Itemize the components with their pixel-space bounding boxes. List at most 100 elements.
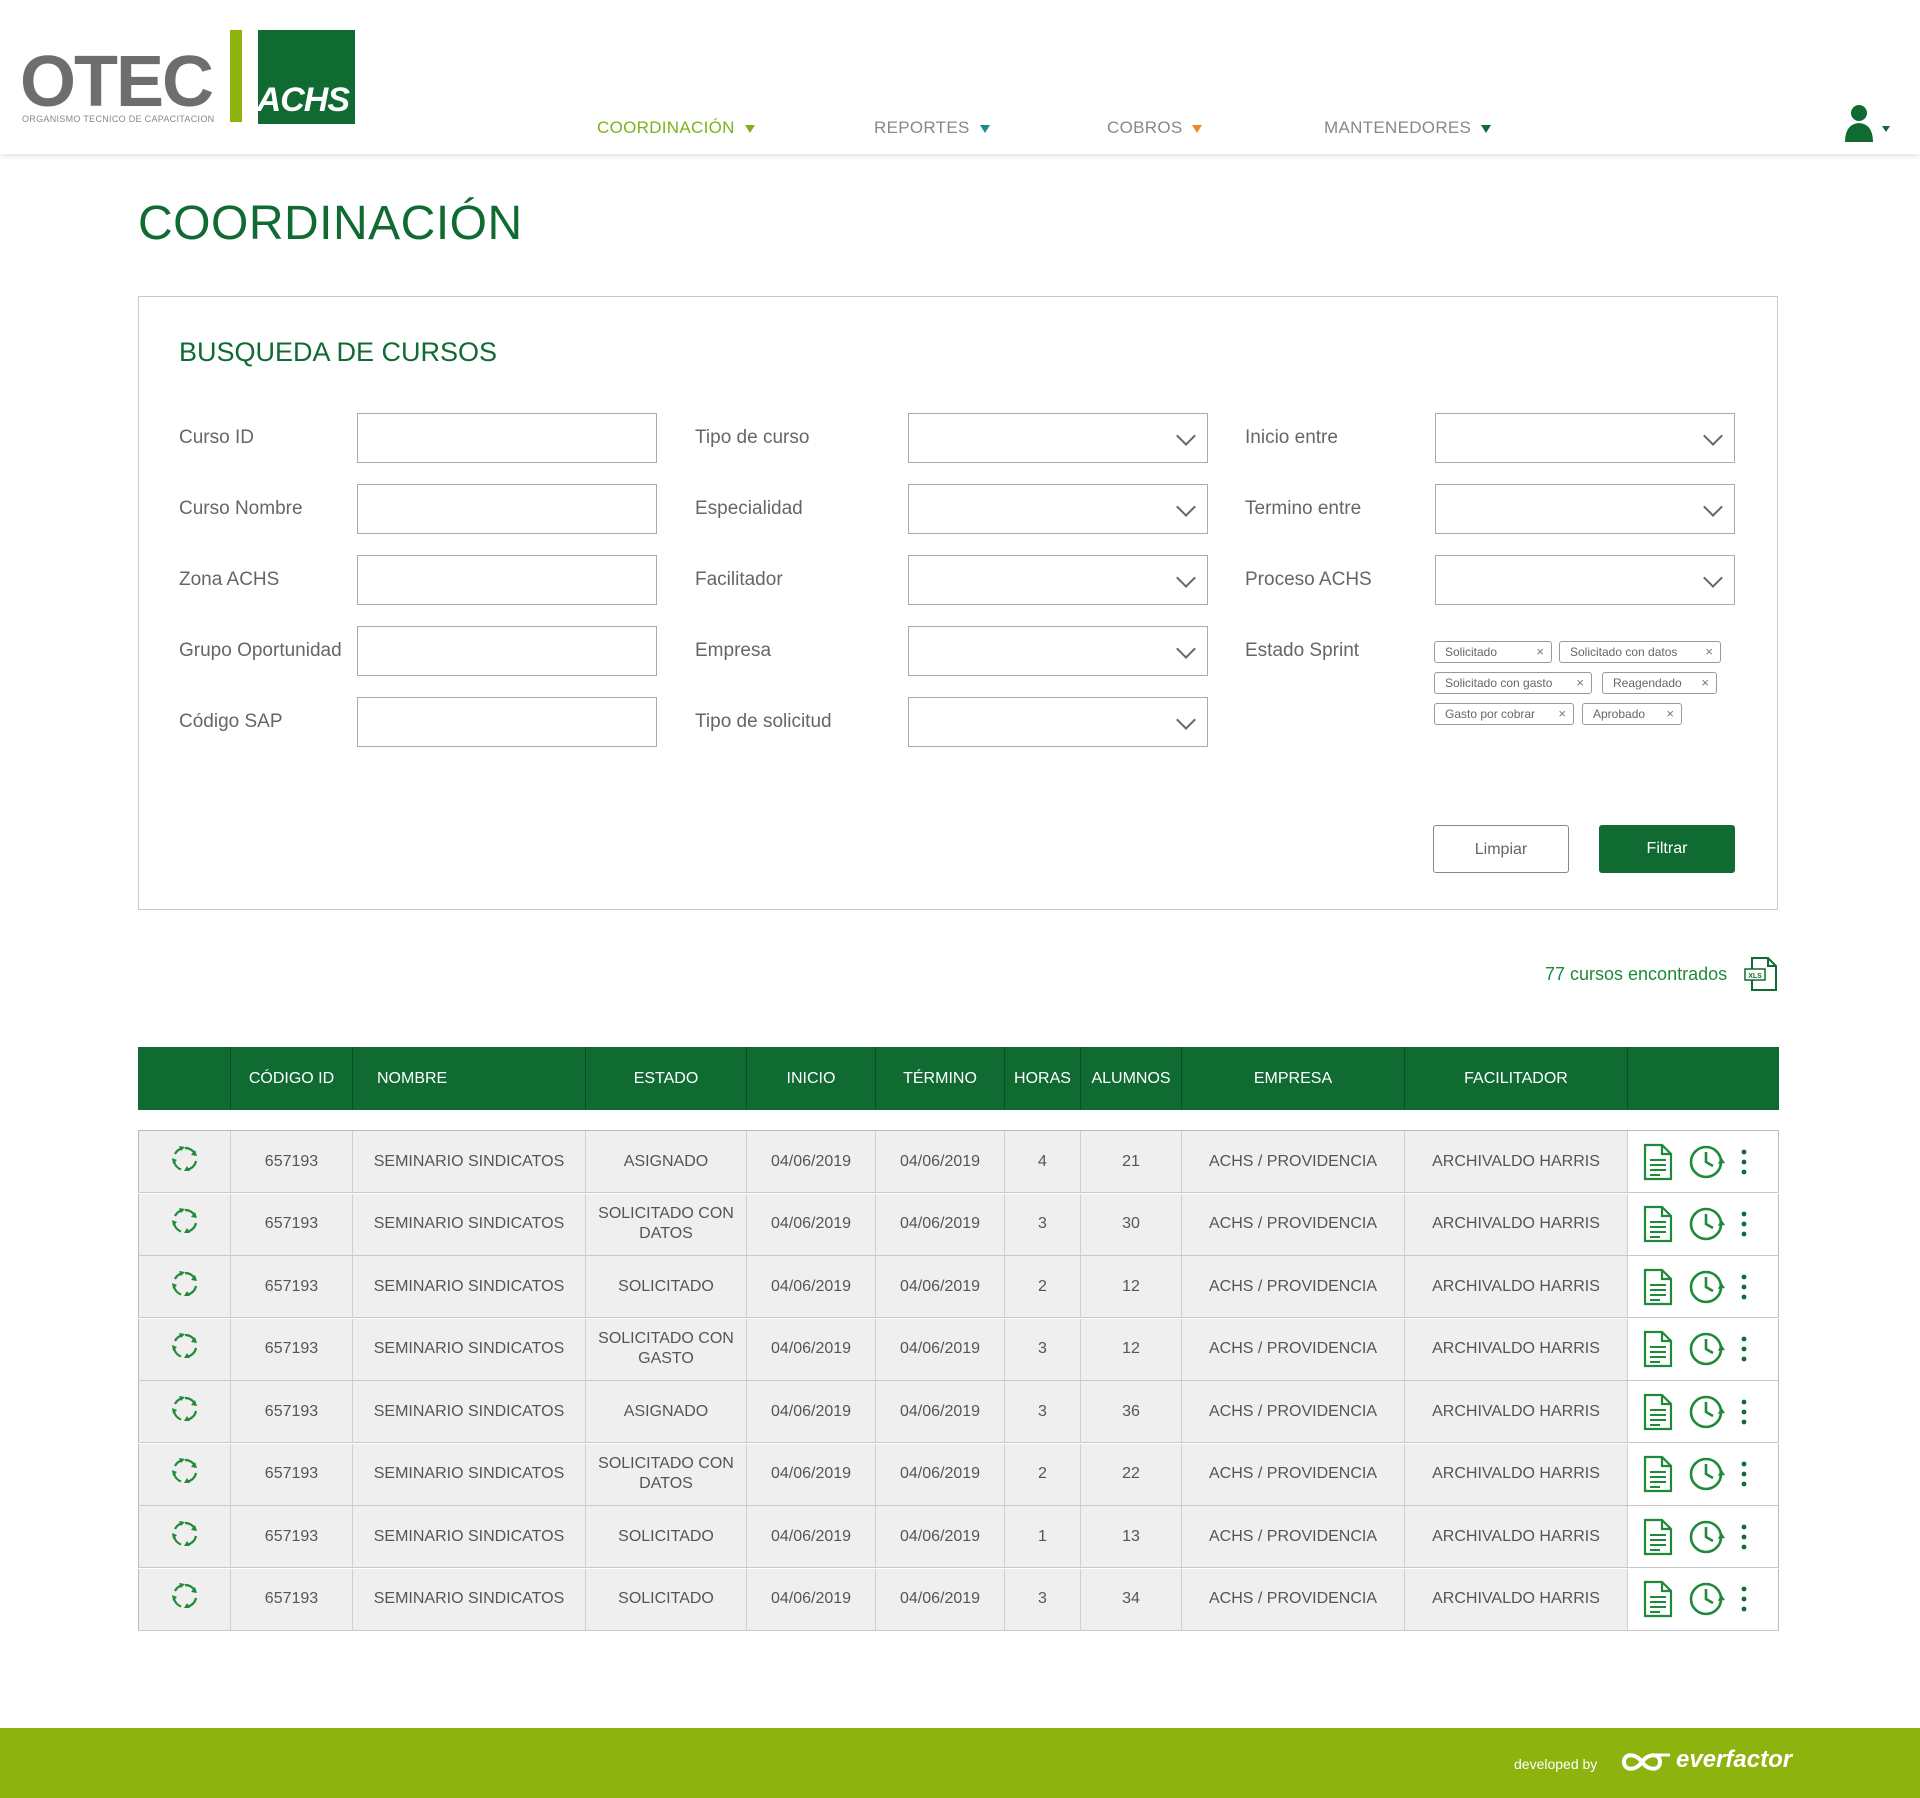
document-icon[interactable] [1642,1580,1674,1618]
document-icon[interactable] [1642,1393,1674,1431]
refresh-icon[interactable] [170,1519,200,1555]
remove-tag-icon[interactable]: × [1705,644,1713,659]
header-facilitador[interactable]: FACILITADOR [1404,1047,1627,1110]
table-row[interactable]: 657193 SEMINARIO SINDICATOS SOLICITADO 04/0… [138,1506,1779,1568]
table-row[interactable]: 657193 SEMINARIO SINDICATOS ASIGNADO 04/06/… [138,1131,1779,1193]
more-vertical-icon[interactable] [1740,1336,1748,1362]
footer: developed by everfactor [0,1728,1920,1798]
schedule-icon[interactable] [1688,1518,1726,1556]
cell-termino: 04/06/2019 [875,1443,1004,1505]
refresh-icon[interactable] [170,1269,200,1305]
remove-tag-icon[interactable]: × [1558,706,1566,721]
header-inicio[interactable]: INICIO [746,1047,875,1110]
header-icon-cell [138,1047,230,1110]
remove-tag-icon[interactable]: × [1666,706,1674,721]
cell-estado: ASIGNADO [585,1381,746,1442]
document-icon[interactable] [1642,1455,1674,1493]
header-alumnos[interactable]: ALUMNOS [1080,1047,1181,1110]
refresh-icon[interactable] [170,1581,200,1617]
document-icon[interactable] [1642,1205,1674,1243]
table-row[interactable]: 657193 SEMINARIO SINDICATOS ASIGNADO 04/06/… [138,1381,1779,1443]
tipo-curso-select[interactable] [908,413,1208,463]
header-horas[interactable]: HORAS [1004,1047,1080,1110]
table-row[interactable]: 657193 SEMINARIO SINDICATOS SOLICITADO 04/0… [138,1568,1779,1631]
refresh-icon[interactable] [170,1456,200,1492]
cell-codigo: 657193 [230,1193,352,1255]
schedule-icon[interactable] [1688,1393,1726,1431]
otec-achs-logo[interactable]: OTEC ORGANISMO TECNICO DE CAPACITACION A… [20,28,360,128]
nav-item-cobros[interactable]: COBROS [1107,118,1203,138]
everfactor-logo-icon [1621,1753,1670,1771]
export-xls-button[interactable]: XLS [1744,956,1778,992]
schedule-icon[interactable] [1688,1455,1726,1493]
refresh-icon[interactable] [170,1144,200,1180]
more-vertical-icon[interactable] [1740,1399,1748,1425]
more-vertical-icon[interactable] [1740,1211,1748,1237]
curso-nombre-input[interactable] [357,484,657,534]
more-vertical-icon[interactable] [1740,1461,1748,1487]
schedule-icon[interactable] [1688,1330,1726,1368]
more-vertical-icon[interactable] [1740,1149,1748,1175]
nav-item-mantenedores[interactable]: MANTENEDORES [1324,118,1492,138]
especialidad-select[interactable] [908,484,1208,534]
refresh-icon[interactable] [170,1206,200,1242]
header-codigo[interactable]: CÓDIGO ID [230,1047,352,1110]
cell-facilitador: ARCHIVALDO HARRIS [1404,1131,1627,1192]
estado-tag[interactable]: Reagendado × [1602,672,1717,694]
cell-empresa: ACHS / PROVIDENCIA [1181,1256,1404,1317]
remove-tag-icon[interactable]: × [1576,675,1584,690]
inicio-entre-select[interactable] [1435,413,1735,463]
document-icon[interactable] [1642,1330,1674,1368]
nav-item-label: REPORTES [874,118,970,137]
cell-horas: 3 [1004,1381,1080,1442]
schedule-icon[interactable] [1688,1268,1726,1306]
clear-button[interactable]: Limpiar [1433,825,1569,873]
schedule-icon[interactable] [1688,1580,1726,1618]
table-row[interactable]: 657193 SEMINARIO SINDICATOS SOLICITADO CON… [138,1318,1779,1381]
estado-tag[interactable]: Aprobado × [1582,703,1682,725]
more-vertical-icon[interactable] [1740,1524,1748,1550]
codigo-sap-input[interactable] [357,697,657,747]
zona-achs-input[interactable] [357,555,657,605]
more-vertical-icon[interactable] [1740,1586,1748,1612]
remove-tag-icon[interactable]: × [1701,675,1709,690]
facilitador-select[interactable] [908,555,1208,605]
cell-facilitador: ARCHIVALDO HARRIS [1404,1193,1627,1255]
estado-tag[interactable]: Solicitado × [1434,641,1552,663]
remove-tag-icon[interactable]: × [1536,644,1544,659]
everfactor-wordmark[interactable]: everfactor [1676,1746,1792,1774]
filter-button[interactable]: Filtrar [1599,825,1735,873]
termino-entre-select[interactable] [1435,484,1735,534]
estado-tag[interactable]: Solicitado con gasto × [1434,672,1592,694]
header-termino[interactable]: TÉRMINO [875,1047,1004,1110]
refresh-icon[interactable] [170,1394,200,1430]
header-empresa[interactable]: EMPRESA [1181,1047,1404,1110]
nav-item-coordinacion[interactable]: COORDINACIÓN [597,118,755,138]
proceso-achs-select[interactable] [1435,555,1735,605]
curso-id-input[interactable] [357,413,657,463]
document-icon[interactable] [1642,1143,1674,1181]
schedule-icon[interactable] [1688,1205,1726,1243]
grupo-oportunidad-input[interactable] [357,626,657,676]
more-vertical-icon[interactable] [1740,1274,1748,1300]
document-icon[interactable] [1642,1518,1674,1556]
row-actions [1627,1443,1779,1505]
empresa-select[interactable] [908,626,1208,676]
document-icon[interactable] [1642,1268,1674,1306]
user-menu[interactable] [1842,104,1892,144]
table-row[interactable]: 657193 SEMINARIO SINDICATOS SOLICITADO 04/0… [138,1256,1779,1318]
estado-tag[interactable]: Solicitado con datos × [1559,641,1721,663]
cell-inicio: 04/06/2019 [746,1193,875,1255]
tipo-solicitud-select[interactable] [908,697,1208,747]
refresh-icon[interactable] [170,1331,200,1367]
table-row[interactable]: 657193 SEMINARIO SINDICATOS SOLICITADO CON… [138,1443,1779,1506]
header-nombre[interactable]: NOMBRE [352,1047,585,1110]
cell-alumnos: 22 [1080,1443,1181,1505]
cell-empresa: ACHS / PROVIDENCIA [1181,1381,1404,1442]
estado-tag[interactable]: Gasto por cobrar × [1434,703,1574,725]
header-estado[interactable]: ESTADO [585,1047,746,1110]
results-count: 77 cursos encontrados [1545,964,1728,984]
schedule-icon[interactable] [1688,1143,1726,1181]
nav-item-reportes[interactable]: REPORTES [874,118,990,138]
table-row[interactable]: 657193 SEMINARIO SINDICATOS SOLICITADO CON… [138,1193,1779,1256]
